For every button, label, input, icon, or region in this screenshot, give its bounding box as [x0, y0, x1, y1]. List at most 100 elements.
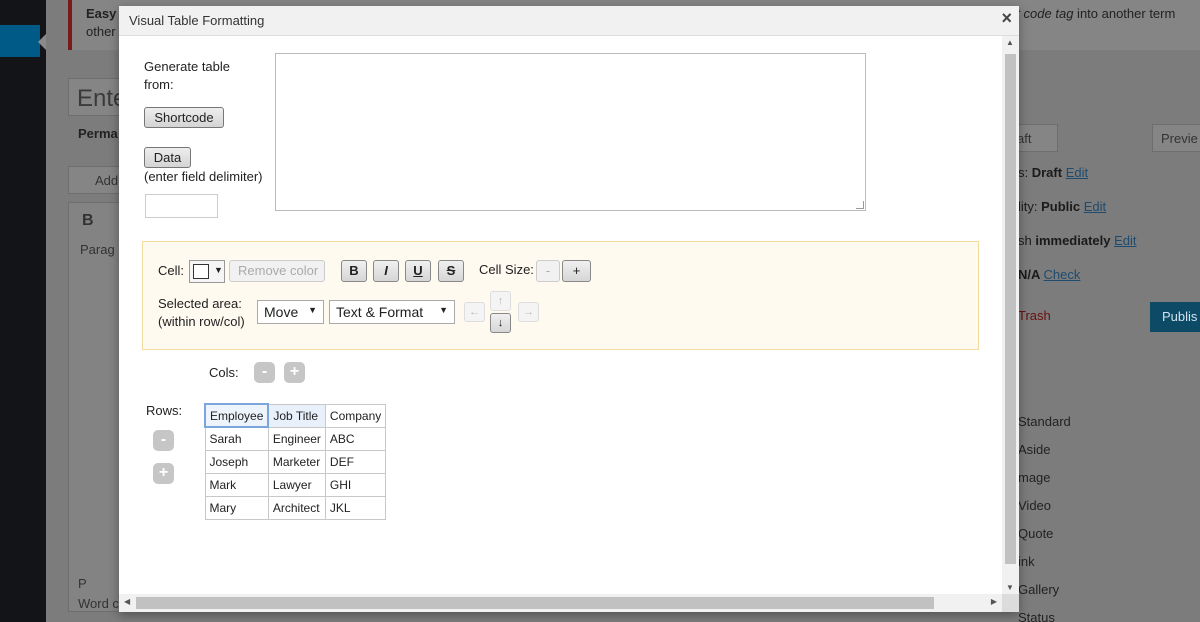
- format-quote[interactable]: Quote: [1018, 526, 1053, 541]
- cols-remove-button[interactable]: -: [254, 362, 275, 383]
- scope-select-value: Text & Format: [336, 304, 424, 320]
- format-video[interactable]: Video: [1018, 498, 1051, 513]
- format-standard[interactable]: Standard: [1018, 414, 1071, 429]
- source-textarea[interactable]: [275, 53, 866, 211]
- status-row: s: Draft Edit: [1018, 165, 1088, 180]
- horizontal-scrollbar[interactable]: ◀ ▶: [119, 594, 1002, 612]
- action-select[interactable]: Move ▼: [257, 300, 324, 324]
- publish-sidebar: aft Previe s: Draft Edit lity: Public Ed…: [1008, 75, 1200, 622]
- resize-grip-icon[interactable]: [856, 201, 864, 209]
- preview-button[interactable]: Previe: [1152, 124, 1200, 152]
- scroll-right-icon[interactable]: ▶: [991, 597, 997, 606]
- horizontal-scroll-thumb[interactable]: [136, 597, 934, 609]
- admin-menu: [0, 0, 46, 622]
- generate-from-line-2: from:: [144, 77, 174, 92]
- cols-label: Cols:: [209, 365, 239, 380]
- table-cell[interactable]: Job Title: [267, 403, 326, 428]
- cell-size-label: Cell Size:: [479, 262, 534, 277]
- move-to-trash-link[interactable]: Trash: [1018, 308, 1051, 323]
- table-cell[interactable]: JKL: [324, 495, 387, 520]
- selected-area-line-1: Selected area:: [158, 296, 242, 311]
- vertical-scrollbar[interactable]: ▲ ▼: [1002, 36, 1019, 594]
- status-edit-link[interactable]: Edit: [1066, 165, 1088, 180]
- format-link[interactable]: ink: [1018, 554, 1035, 569]
- table-row: Sarah Engineer ABC: [204, 426, 387, 451]
- save-draft-label: aft: [1017, 131, 1032, 146]
- cell-color-picker[interactable]: ▼: [189, 260, 225, 283]
- preview-label: Previe: [1161, 131, 1198, 146]
- admin-menu-current-arrow: [38, 34, 46, 50]
- data-button[interactable]: Data: [144, 147, 191, 168]
- action-select-value: Move: [264, 304, 299, 320]
- seo-check-link[interactable]: Check: [1044, 267, 1081, 282]
- table-cell[interactable]: Architect: [267, 495, 326, 520]
- table-cell[interactable]: Company: [324, 403, 387, 428]
- table-grid: Employee Job Title Company Sarah Enginee…: [203, 403, 387, 520]
- chevron-down-icon: ▼: [439, 305, 448, 315]
- bold-button[interactable]: B: [341, 260, 367, 282]
- dialog-header: Visual Table Formatting ×: [119, 6, 1019, 36]
- seo-label: N/A: [1018, 267, 1044, 282]
- arrow-left-button[interactable]: ←: [464, 302, 485, 322]
- table-cell[interactable]: Employee: [203, 403, 270, 428]
- table-row: Mark Lawyer GHI: [204, 472, 387, 497]
- format-status[interactable]: Status: [1018, 610, 1055, 622]
- table-cell[interactable]: Marketer: [267, 449, 326, 474]
- table-cell[interactable]: Engineer: [267, 426, 326, 451]
- delimiter-input[interactable]: [145, 194, 218, 218]
- scrollbar-corner: [1002, 594, 1019, 612]
- publish-time-edit-link[interactable]: Edit: [1114, 233, 1136, 248]
- format-image[interactable]: mage: [1018, 470, 1051, 485]
- format-gallery[interactable]: Gallery: [1018, 582, 1059, 597]
- remove-color-button[interactable]: Remove color: [229, 260, 325, 282]
- notice-italic-text: rt code tag: [1012, 6, 1074, 21]
- rows-add-button[interactable]: +: [153, 463, 174, 484]
- notice-line-1: Easy: [86, 6, 117, 21]
- arrow-down-button[interactable]: ↓: [490, 313, 511, 333]
- close-icon[interactable]: ×: [1001, 8, 1012, 29]
- cols-add-button[interactable]: +: [284, 362, 305, 383]
- table-cell[interactable]: GHI: [324, 472, 387, 497]
- publish-button[interactable]: Publis: [1150, 302, 1200, 332]
- vertical-scroll-thumb[interactable]: [1005, 54, 1016, 564]
- arrow-up-button[interactable]: ↑: [490, 291, 511, 311]
- add-media-label: Add: [95, 173, 119, 188]
- publish-time-value: immediately: [1035, 233, 1111, 248]
- publish-time-label: sh: [1018, 233, 1036, 248]
- table-cell[interactable]: ABC: [324, 426, 387, 451]
- cell-size-decrease-button[interactable]: -: [536, 260, 560, 282]
- editor-path: P: [78, 576, 87, 591]
- dialog-content: Generate table from: Shortcode Data (ent…: [119, 36, 1002, 594]
- rows-remove-button[interactable]: -: [153, 430, 174, 451]
- table-cell[interactable]: Sarah: [204, 426, 269, 451]
- table-cell[interactable]: Lawyer: [267, 472, 326, 497]
- cell-size-increase-button[interactable]: +: [562, 260, 591, 282]
- cell-label: Cell:: [158, 263, 185, 278]
- scope-select[interactable]: Text & Format ▼: [329, 300, 455, 324]
- word-count: Word c: [78, 596, 119, 611]
- editor-bold-button[interactable]: B: [82, 212, 94, 230]
- shortcode-button[interactable]: Shortcode: [144, 107, 224, 128]
- seo-row: N/A Check: [1018, 267, 1080, 282]
- strikethrough-button[interactable]: S: [438, 260, 464, 282]
- italic-button[interactable]: I: [373, 260, 399, 282]
- scroll-left-icon[interactable]: ◀: [124, 597, 130, 606]
- table-cell[interactable]: Joseph: [204, 449, 269, 474]
- table-cell[interactable]: Mary: [204, 495, 269, 520]
- table-cell[interactable]: DEF: [324, 449, 387, 474]
- status-label: s:: [1018, 165, 1032, 180]
- selected-area-label: Selected area: (within row/col): [158, 295, 245, 331]
- table-cell[interactable]: Mark: [204, 472, 269, 497]
- arrow-right-button[interactable]: →: [518, 302, 539, 322]
- generate-from-label: Generate table from:: [144, 58, 230, 94]
- admin-menu-current-item[interactable]: [0, 25, 40, 57]
- visual-table-formatting-dialog: Visual Table Formatting × Generate table…: [119, 6, 1019, 612]
- underline-button[interactable]: U: [405, 260, 431, 282]
- format-aside[interactable]: Aside: [1018, 442, 1051, 457]
- visibility-row: lity: Public Edit: [1018, 199, 1106, 214]
- scroll-down-icon[interactable]: ▼: [1006, 583, 1014, 592]
- scroll-up-icon[interactable]: ▲: [1006, 38, 1014, 47]
- chevron-down-icon: ▼: [214, 265, 223, 275]
- visibility-edit-link[interactable]: Edit: [1084, 199, 1106, 214]
- editor-format-select[interactable]: Parag: [80, 242, 115, 257]
